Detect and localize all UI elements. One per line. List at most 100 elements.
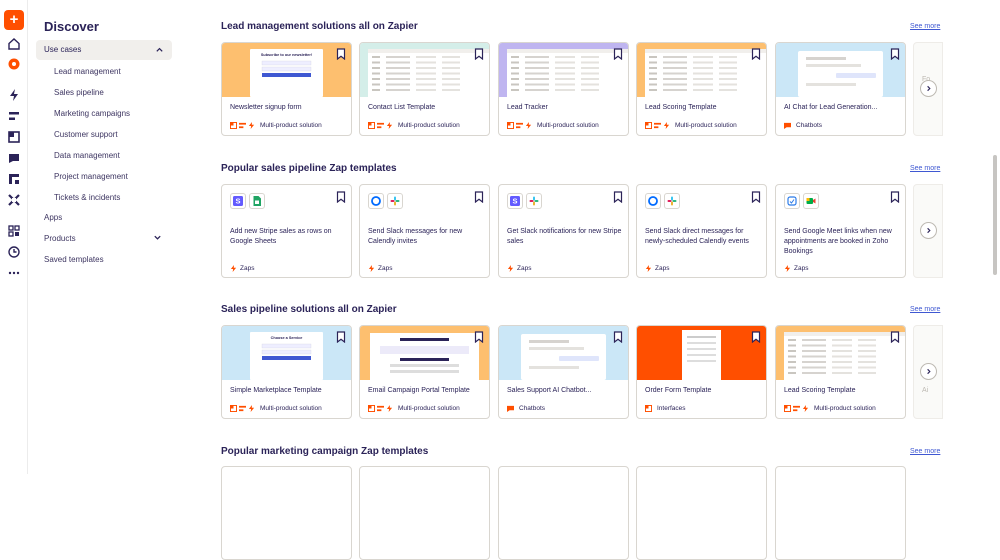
bookmark-icon[interactable] [613, 331, 623, 343]
zap-title: Send Slack messages for new Calendly inv… [368, 228, 463, 245]
bookmark-icon[interactable] [474, 48, 484, 60]
zaps-icon [386, 405, 393, 412]
chevron-right-icon [927, 227, 931, 234]
sidebar-item-lead-management[interactable]: Lead management [54, 67, 121, 76]
bookmark-icon[interactable] [751, 191, 761, 203]
template-type: Multi-product solution [675, 122, 737, 129]
bookmark-icon[interactable] [336, 48, 346, 60]
agents-icon[interactable] [7, 193, 21, 207]
bookmark-icon[interactable] [336, 331, 346, 343]
zap-template-card[interactable]: Send Slack messages for new Calendly inv… [359, 184, 490, 278]
see-more-link[interactable]: See more [910, 448, 940, 455]
template-meta: Interfaces [645, 405, 686, 412]
more-icon[interactable] [7, 266, 21, 280]
history-icon[interactable] [7, 245, 21, 259]
icon-rail: + [0, 0, 28, 474]
bookmark-icon[interactable] [474, 191, 484, 203]
template-type: Zaps [378, 265, 393, 272]
zaps-icon [802, 405, 809, 412]
tables-icon[interactable] [7, 109, 21, 123]
zap-title: Get Slack notifications for new Stripe s… [507, 228, 622, 245]
bookmark-icon[interactable] [890, 191, 900, 203]
zaps-icon [507, 265, 514, 272]
interfaces-icon [784, 405, 791, 412]
canvas-icon[interactable] [7, 172, 21, 186]
template-card[interactable]: Choose a Service Simple Marketplace Templ… [221, 325, 352, 419]
stripe-icon: S [230, 193, 246, 209]
interfaces-icon [230, 405, 237, 412]
template-card[interactable]: Sales Support AI Chatbot... Chatbots [498, 325, 629, 419]
bookmark-icon[interactable] [890, 48, 900, 60]
template-card[interactable]: AI Chat for Lead Generation... Chatbots [775, 42, 906, 136]
calendly-icon [368, 193, 384, 209]
template-title: AI Chat for Lead Generation... [784, 104, 878, 111]
zap-template-card[interactable] [359, 466, 490, 560]
home-icon[interactable] [7, 37, 21, 51]
app-icons: S [507, 193, 542, 209]
zaps-icon [248, 122, 255, 129]
chatbots-icon [507, 405, 514, 412]
zap-template-card[interactable]: S Add new Stripe sales as rows on Google … [221, 184, 352, 278]
zap-template-card[interactable]: Send Google Meet links when new appointm… [775, 184, 906, 278]
app-connections-icon[interactable] [7, 224, 21, 238]
carousel-next-button[interactable] [920, 80, 937, 97]
zap-template-card[interactable] [221, 466, 352, 560]
sidebar-item-products[interactable]: Products [44, 234, 76, 243]
template-meta: Multi-product solution [368, 405, 460, 412]
interfaces-icon[interactable] [7, 130, 21, 144]
thumb-caption: Subscribe to our newsletter! [261, 53, 312, 57]
template-card[interactable]: Lead Scoring Template Multi-product solut… [775, 325, 906, 419]
tables-icon [239, 405, 246, 412]
zaps-icon[interactable] [7, 88, 21, 102]
create-plus-icon[interactable]: + [4, 10, 24, 30]
see-more-link[interactable]: See more [910, 23, 940, 30]
template-card[interactable]: Lead Scoring Template Multi-product solut… [636, 42, 767, 136]
sidebar-item-sales-pipeline[interactable]: Sales pipeline [54, 88, 104, 97]
bookmark-icon[interactable] [336, 191, 346, 203]
chatbots-icon[interactable] [7, 151, 21, 165]
slack-icon [664, 193, 680, 209]
template-meta: Zaps [645, 265, 669, 272]
sidebar-item-tickets-incidents[interactable]: Tickets & incidents [54, 193, 120, 202]
sidebar-item-use-cases[interactable]: Use cases [36, 40, 172, 60]
template-title: Simple Marketplace Template [230, 387, 322, 394]
tables-icon [239, 122, 246, 129]
bookmark-icon[interactable] [751, 48, 761, 60]
sidebar-item-project-management[interactable]: Project management [54, 172, 128, 181]
zap-template-card[interactable]: Send Slack direct messages for newly-sch… [636, 184, 767, 278]
template-card[interactable]: Order Form Template Interfaces [636, 325, 767, 419]
zap-template-card[interactable] [775, 466, 906, 560]
stripe-icon: S [507, 193, 523, 209]
template-card[interactable]: Lead Tracker Multi-product solution [498, 42, 629, 136]
bookmark-icon[interactable] [890, 331, 900, 343]
section-title: Popular sales pipeline Zap templates [221, 163, 397, 174]
sidebar-item-saved-templates[interactable]: Saved templates [44, 255, 104, 264]
template-type: Multi-product solution [537, 122, 599, 129]
template-meta: Zaps [230, 265, 254, 272]
bookmark-icon[interactable] [613, 191, 623, 203]
sidebar-item-apps[interactable]: Apps [44, 213, 62, 222]
sidebar-item-data-management[interactable]: Data management [54, 151, 120, 160]
tables-icon [654, 122, 661, 129]
zap-template-card[interactable]: S Get Slack notifications for new Stripe … [498, 184, 629, 278]
see-more-link[interactable]: See more [910, 306, 940, 313]
see-more-link[interactable]: See more [910, 165, 940, 172]
bookmark-icon[interactable] [474, 331, 484, 343]
template-card[interactable]: Email Campaign Portal Template Multi-prod… [359, 325, 490, 419]
bookmark-icon[interactable] [751, 331, 761, 343]
sidebar-item-marketing-campaigns[interactable]: Marketing campaigns [54, 109, 130, 118]
chevron-down-icon[interactable] [153, 233, 162, 242]
zap-template-card[interactable] [636, 466, 767, 560]
carousel-next-button[interactable] [920, 363, 937, 380]
sidebar-item-customer-support[interactable]: Customer support [54, 130, 118, 139]
template-type: Zaps [655, 265, 670, 272]
vertical-scrollbar[interactable] [993, 155, 997, 275]
discover-icon[interactable] [7, 57, 21, 71]
zap-template-card[interactable] [498, 466, 629, 560]
template-card[interactable]: Subscribe to our newsletter! Newsletter s… [221, 42, 352, 136]
bookmark-icon[interactable] [613, 48, 623, 60]
template-title: Order Form Template [645, 387, 712, 394]
carousel-next-button[interactable] [920, 222, 937, 239]
template-meta: Multi-product solution [368, 122, 460, 129]
template-card[interactable]: Contact List Template Multi-product solut… [359, 42, 490, 136]
